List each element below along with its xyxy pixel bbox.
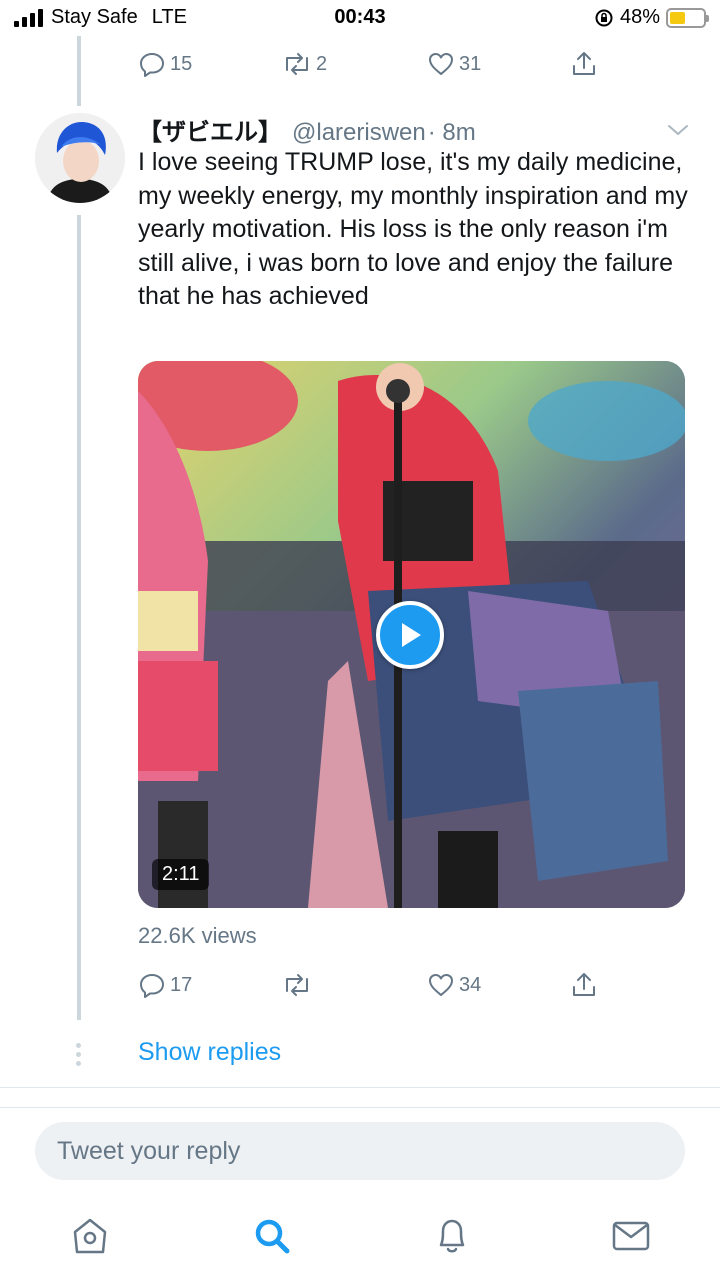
chevron-down-icon[interactable] <box>666 118 690 142</box>
tab-messages[interactable] <box>611 1216 651 1261</box>
view-count: 22.6K views <box>138 923 257 948</box>
share-icon <box>573 52 595 75</box>
tweet-timestamp: · 8m <box>427 119 476 146</box>
reply-count: 17 <box>170 973 193 996</box>
reply-placeholder: Tweet your reply <box>57 1136 241 1165</box>
like-button[interactable]: 34 <box>427 971 481 999</box>
home-icon <box>73 1218 107 1254</box>
tab-bar <box>0 1200 720 1280</box>
share-icon <box>573 973 595 996</box>
tab-search[interactable] <box>252 1216 292 1261</box>
retweet-button[interactable]: 2 <box>282 50 327 78</box>
author-name[interactable]: 【ザビエル】 <box>138 112 282 147</box>
notifications-icon <box>439 1219 465 1253</box>
like-count: 31 <box>459 52 482 75</box>
reply-count: 15 <box>170 52 193 75</box>
more-replies-dots-icon <box>76 1043 81 1066</box>
like-button[interactable]: 31 <box>427 50 481 78</box>
tweet-text: I love seeing TRUMP lose, it's my daily … <box>138 148 688 311</box>
author-handle[interactable]: @lareriswen <box>292 119 426 147</box>
reply-icon <box>140 974 164 998</box>
play-icon <box>402 623 421 647</box>
reply-button[interactable]: 17 <box>138 971 192 999</box>
battery-icon <box>666 7 709 28</box>
divider <box>0 1107 720 1108</box>
reply-icon <box>140 53 164 77</box>
retweet-icon <box>286 53 308 75</box>
reply-button[interactable]: 15 <box>138 50 192 78</box>
play-button[interactable] <box>376 601 444 669</box>
retweet-icon <box>286 974 308 996</box>
avatar[interactable] <box>35 113 125 203</box>
reply-input[interactable]: Tweet your reply <box>35 1122 685 1180</box>
battery-percent: 48% <box>619 6 660 28</box>
tweet-actions: 17 34 <box>138 971 608 1011</box>
tab-home[interactable] <box>71 1216 109 1261</box>
orientation-lock-icon <box>595 9 613 26</box>
thread-line <box>77 215 81 1020</box>
video-duration: 2:11 <box>152 859 210 890</box>
share-button[interactable] <box>570 50 598 78</box>
divider <box>0 1087 720 1088</box>
show-replies-link[interactable]: Show replies <box>138 1038 281 1067</box>
status-bar: Stay Safe LTE 00:43 48% <box>0 0 720 36</box>
messages-icon <box>612 1221 650 1251</box>
heart-icon <box>429 974 453 996</box>
tab-notifications[interactable] <box>433 1216 471 1261</box>
retweet-button[interactable] <box>282 971 312 999</box>
like-count: 34 <box>459 973 482 996</box>
tweet-header: 【ザビエル】 @lareriswen · 8m <box>138 112 476 147</box>
search-icon <box>255 1219 290 1254</box>
prev-tweet-actions: 15 2 31 <box>138 50 608 90</box>
heart-icon <box>429 53 453 75</box>
share-button[interactable] <box>570 971 598 999</box>
thread-line-top <box>77 36 81 106</box>
retweet-count: 2 <box>316 52 328 75</box>
